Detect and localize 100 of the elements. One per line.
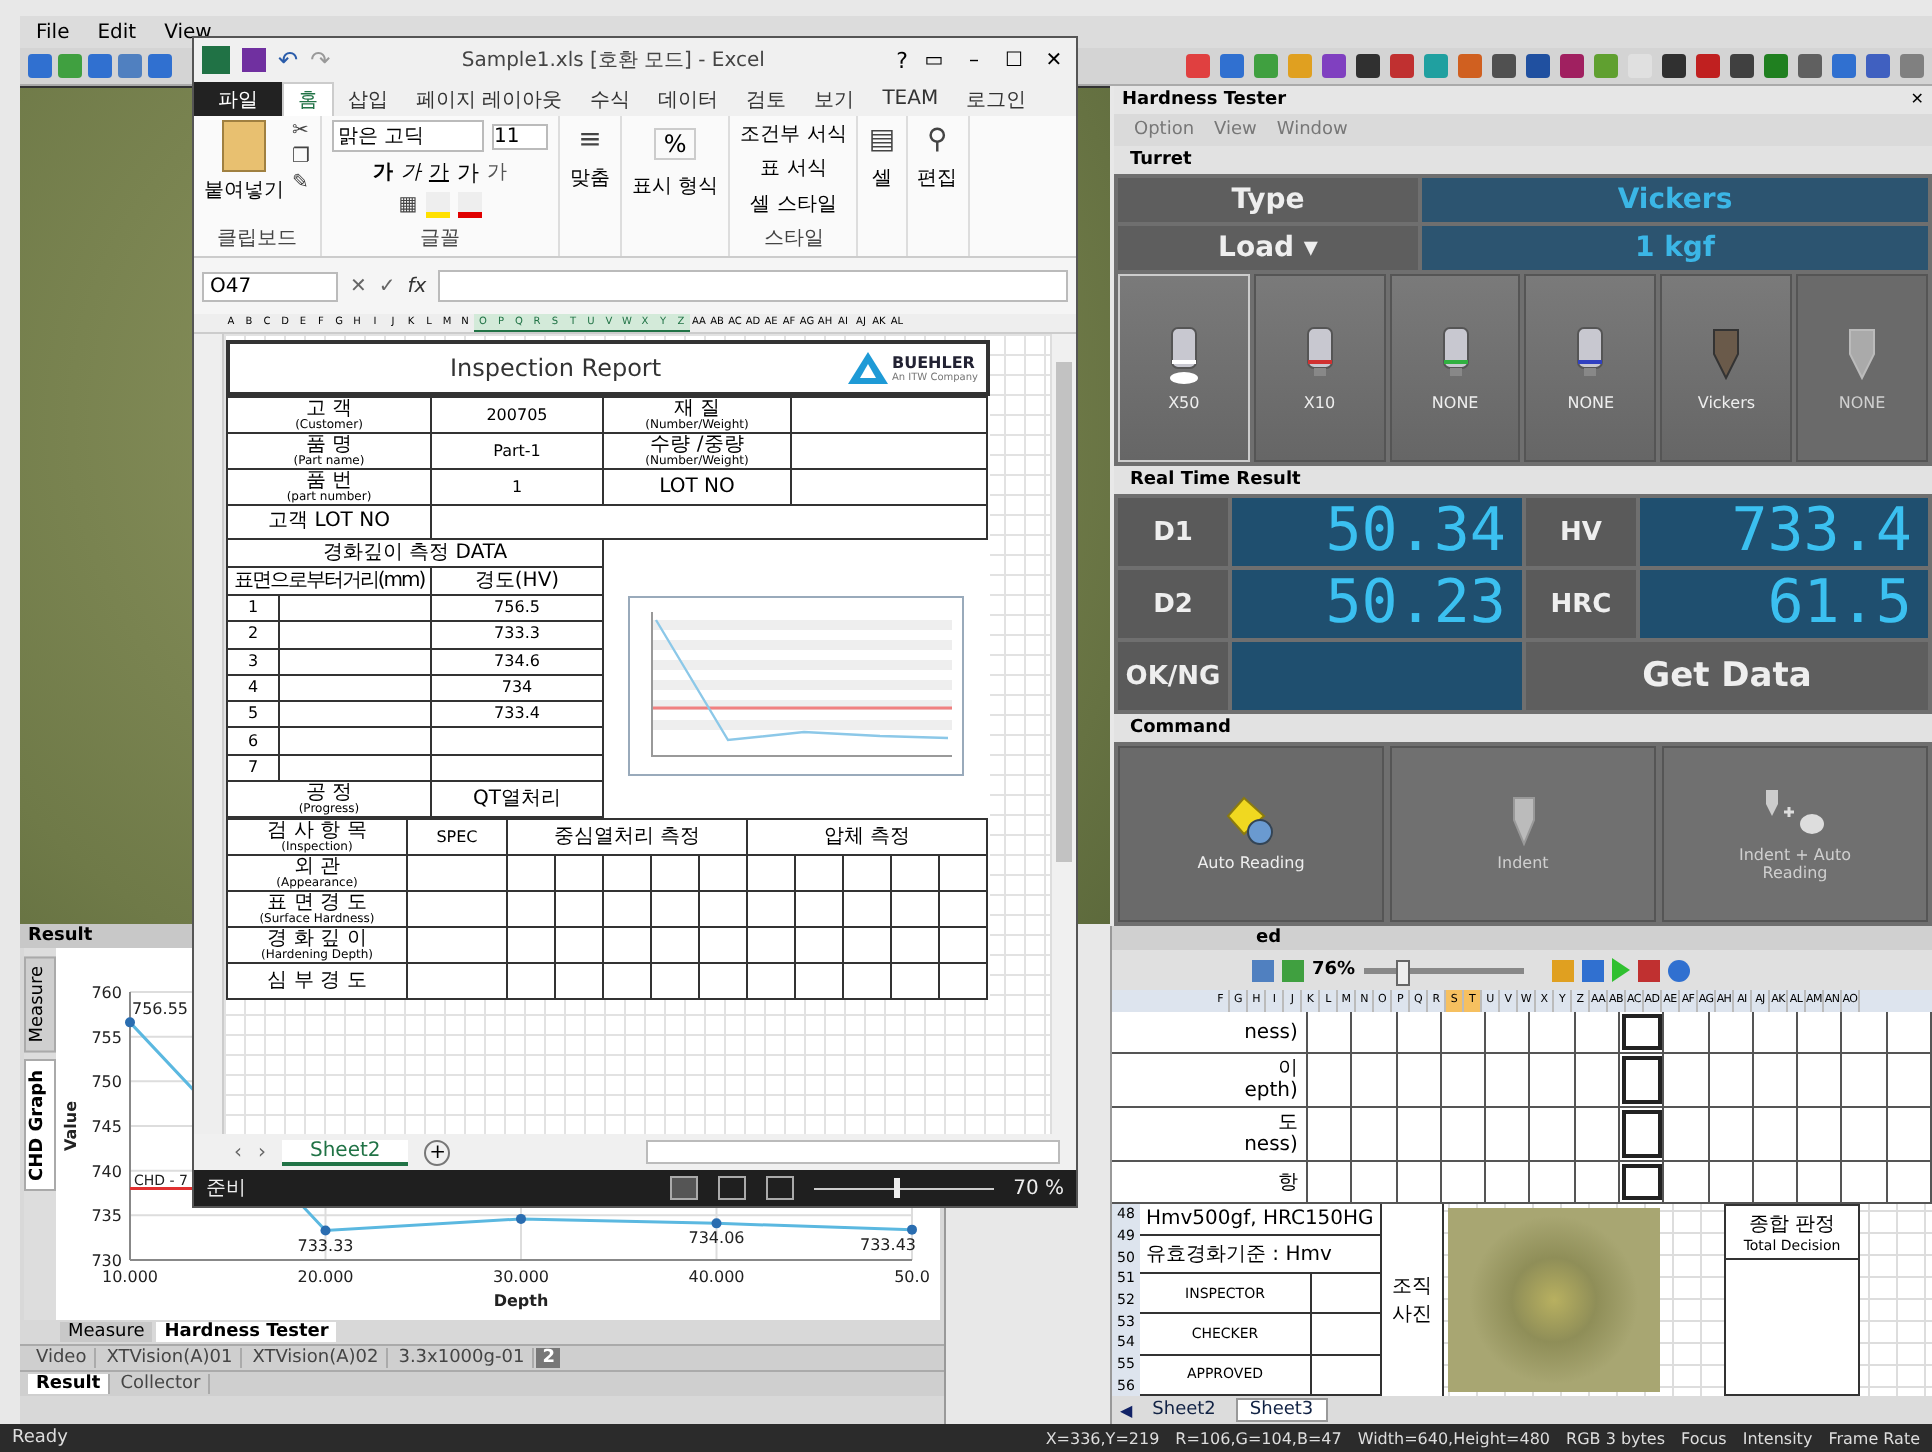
- ribbon-tab[interactable]: 홈: [282, 82, 334, 116]
- style-button[interactable]: 셀 스타일: [750, 189, 837, 218]
- toolbar-square-icon[interactable]: [1282, 959, 1304, 981]
- cells-label[interactable]: 셀: [871, 164, 892, 192]
- panel-tab[interactable]: Hardness Tester: [156, 1322, 337, 1342]
- menu-item[interactable]: Edit: [97, 21, 137, 43]
- ribbon-tab[interactable]: 파일: [194, 82, 282, 116]
- turret-position-button[interactable]: X10: [1253, 274, 1386, 462]
- zoom-slider-thumb[interactable]: [894, 1177, 901, 1197]
- align-button[interactable]: ≡: [578, 128, 602, 152]
- toolbar-square-icon[interactable]: [1390, 54, 1414, 78]
- help-button[interactable]: ?: [896, 47, 908, 73]
- add-sheet-button[interactable]: +: [424, 1139, 451, 1165]
- fill-color-icon[interactable]: [425, 192, 450, 219]
- font-name-field[interactable]: 맑은 고딕: [331, 120, 484, 152]
- find-button[interactable]: ⚲: [926, 128, 948, 152]
- turret-position-button[interactable]: Vickers: [1660, 274, 1793, 462]
- font-size-field[interactable]: 11: [491, 123, 548, 149]
- ribbon-tab[interactable]: 삽입: [334, 82, 402, 116]
- info-icon[interactable]: [1667, 959, 1690, 981]
- load-dropdown[interactable]: Load ▾: [1118, 226, 1418, 270]
- command-button[interactable]: Auto Reading: [1118, 746, 1384, 922]
- ribbon-tab[interactable]: 수식: [576, 82, 645, 116]
- formula-button[interactable]: ✕: [350, 275, 367, 297]
- toolbar-square-icon[interactable]: [1866, 54, 1890, 78]
- toolbar-square-icon[interactable]: [1581, 959, 1604, 981]
- turret-position-button[interactable]: NONE: [1389, 274, 1521, 462]
- turret-position-button[interactable]: X50: [1118, 274, 1250, 462]
- document-tab[interactable]: XTVision(A)02: [244, 1348, 389, 1368]
- vertical-scrollbar[interactable]: [1050, 334, 1076, 1134]
- menu-item[interactable]: File: [36, 21, 70, 43]
- page-break-icon[interactable]: [765, 1176, 794, 1200]
- toolbar-square-icon[interactable]: [1696, 54, 1720, 78]
- style-button[interactable]: 표 서식: [760, 154, 827, 183]
- page-layout-icon[interactable]: [717, 1176, 746, 1200]
- sheet-nav-button[interactable]: ◀: [1120, 1401, 1133, 1419]
- toolbar-square-icon[interactable]: [1764, 54, 1788, 78]
- toolbar-square-icon[interactable]: [88, 54, 112, 78]
- clipboard-tool-button[interactable]: ✎: [292, 172, 310, 196]
- toolbar-square-icon[interactable]: [1832, 54, 1856, 78]
- align-label[interactable]: 맞춤: [569, 164, 610, 192]
- sheet-tab[interactable]: Sheet2: [282, 1139, 409, 1165]
- tab-overflow-button[interactable]: 2: [536, 1348, 561, 1368]
- save-icon[interactable]: [242, 48, 266, 72]
- number-format-button[interactable]: 표시 형식: [631, 172, 719, 200]
- font-style-button[interactable]: 가: [428, 158, 449, 187]
- percent-button[interactable]: %: [653, 128, 697, 160]
- sheet-nav-button[interactable]: ‹: [234, 1141, 242, 1163]
- ribbon-tab[interactable]: 로그인: [952, 82, 1041, 116]
- sheet-tab[interactable]: Sheet2: [1140, 1400, 1228, 1420]
- toolbar-square-icon[interactable]: [1798, 54, 1822, 78]
- normal-view-icon[interactable]: [669, 1176, 698, 1200]
- border-button[interactable]: ▦: [398, 193, 418, 218]
- ribbon-tab[interactable]: 데이터: [644, 82, 733, 116]
- turret-position-button[interactable]: NONE: [1524, 274, 1657, 462]
- window-button[interactable]: ✕: [1040, 49, 1068, 71]
- window-button[interactable]: ☐: [1000, 49, 1028, 71]
- horizontal-scrollbar[interactable]: [646, 1140, 1060, 1164]
- style-button[interactable]: 조건부 서식: [740, 120, 847, 148]
- formula-button[interactable]: ✓: [378, 275, 396, 297]
- toolbar-square-icon[interactable]: [1560, 54, 1584, 78]
- function-button[interactable]: fx: [407, 275, 427, 297]
- name-box[interactable]: O47: [202, 271, 338, 301]
- zoom-slider-thumb[interactable]: [1395, 959, 1410, 985]
- get-data-button[interactable]: Get Data: [1526, 642, 1928, 710]
- document-tab[interactable]: 3.3x1000g-01: [390, 1348, 535, 1368]
- edit-label[interactable]: 편집: [917, 164, 958, 192]
- sheet-tab[interactable]: Sheet3: [1235, 1398, 1328, 1422]
- document-tab[interactable]: XTVision(A)01: [98, 1348, 243, 1368]
- toolbar-square-icon[interactable]: [1220, 54, 1244, 78]
- toolbar-square-icon[interactable]: [1356, 54, 1380, 78]
- toolbar-square-icon[interactable]: [28, 54, 52, 78]
- font-color-icon[interactable]: [457, 192, 482, 219]
- clipboard-tool-button[interactable]: ❐: [292, 146, 310, 170]
- toolbar-square-icon[interactable]: [1662, 54, 1686, 78]
- clipboard-tool-button[interactable]: ✂: [292, 120, 310, 144]
- side-tab[interactable]: Measure: [24, 956, 56, 1053]
- quick-access-button[interactable]: ↶: [278, 46, 299, 74]
- formula-field[interactable]: [438, 270, 1068, 302]
- toolbar-square-icon[interactable]: [148, 54, 172, 78]
- toolbar-square-icon[interactable]: [1637, 959, 1660, 981]
- excel-logo-icon[interactable]: [202, 46, 230, 74]
- ribbon-tab[interactable]: 페이지 레이아웃: [402, 82, 577, 116]
- close-button[interactable]: ✕: [1910, 90, 1924, 110]
- sheet-nav-button[interactable]: ›: [258, 1141, 266, 1163]
- font-style-button[interactable]: 가: [456, 157, 479, 188]
- ribbon-tab[interactable]: 검토: [732, 82, 801, 116]
- paste-button[interactable]: 붙여넣기: [204, 120, 284, 204]
- view-tab[interactable]: Collector: [112, 1374, 211, 1394]
- toolbar-square-icon[interactable]: [1526, 54, 1550, 78]
- ribbon-tab[interactable]: TEAM: [868, 82, 953, 116]
- window-button[interactable]: ▭: [920, 49, 948, 71]
- document-tab[interactable]: Video: [28, 1348, 97, 1368]
- toolbar-square-icon[interactable]: [1492, 54, 1516, 78]
- side-tab[interactable]: CHD Graph: [24, 1060, 56, 1192]
- font-style-button[interactable]: 가: [372, 158, 393, 187]
- cells-button[interactable]: ▤: [868, 128, 896, 152]
- panel-tab[interactable]: Measure: [60, 1322, 153, 1342]
- toolbar-square-icon[interactable]: [1322, 54, 1346, 78]
- font-style-button[interactable]: 가: [400, 158, 421, 187]
